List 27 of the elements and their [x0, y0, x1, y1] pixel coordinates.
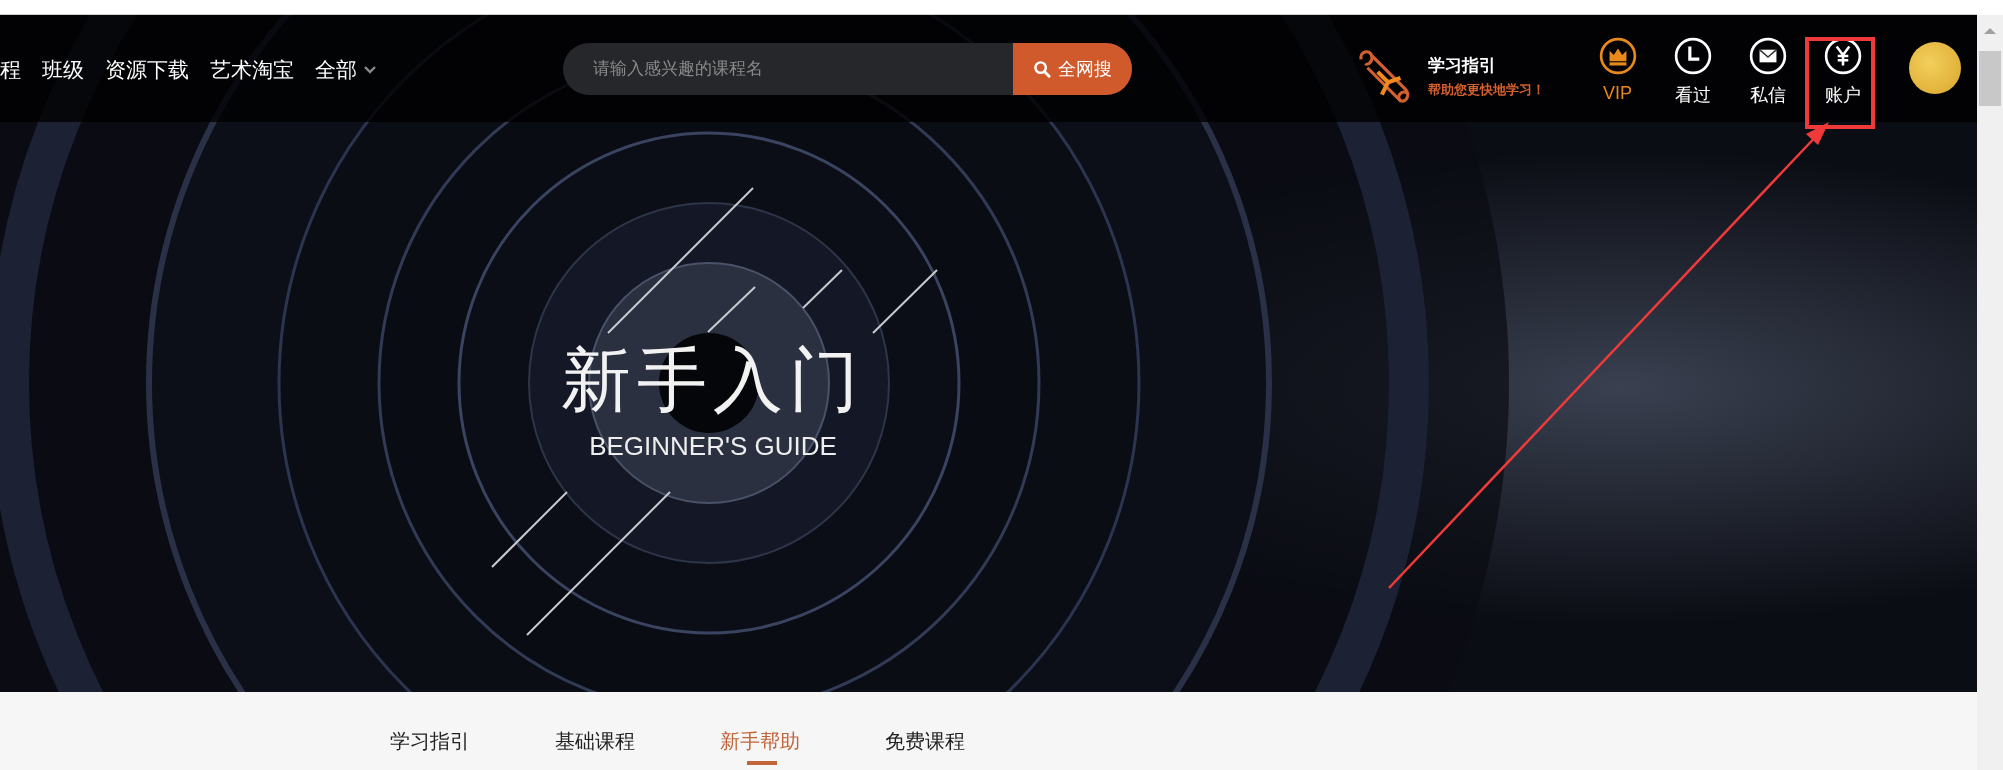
avatar[interactable]	[1909, 42, 1961, 94]
guide-subtitle: 帮助您更快地学习！	[1428, 80, 1545, 99]
hero-subtitle: BEGINNER'S GUIDE	[589, 431, 837, 462]
nav-link[interactable]: 艺术淘宝	[210, 56, 294, 84]
nav-link[interactable]: 全部	[315, 56, 376, 84]
nav-link[interactable]: 班级	[42, 56, 84, 84]
tab[interactable]: 新手帮助	[720, 692, 804, 767]
user-menu-item[interactable]: VIP	[1580, 15, 1655, 104]
tab[interactable]: 免费课程	[885, 692, 969, 767]
user-menu-item[interactable]: 私信	[1730, 15, 1805, 107]
envelope-icon	[1748, 37, 1787, 75]
scroll-up-icon[interactable]	[1983, 27, 1997, 35]
search-icon	[1033, 59, 1052, 79]
crown-icon	[1598, 37, 1637, 75]
user-menu-item[interactable]: 看过	[1655, 15, 1730, 107]
scrollbar-thumb[interactable]	[1979, 51, 2001, 106]
scrollbar[interactable]	[1977, 15, 2003, 770]
search-field[interactable]: 请输入感兴趣的课程名 全网搜	[563, 43, 1132, 95]
clock-icon	[1673, 37, 1712, 75]
tab[interactable]: 学习指引	[390, 692, 474, 767]
user-menu-item[interactable]: 账户	[1805, 15, 1880, 107]
guide-title[interactable]: 学习指引	[1428, 53, 1545, 77]
hero-title: 新手入门	[561, 342, 865, 419]
tab[interactable]: 基础课程	[555, 692, 639, 767]
nav-link[interactable]: 程	[0, 56, 21, 84]
search-button[interactable]: 全网搜	[1013, 43, 1132, 95]
nav-link[interactable]: 资源下载	[105, 56, 189, 84]
